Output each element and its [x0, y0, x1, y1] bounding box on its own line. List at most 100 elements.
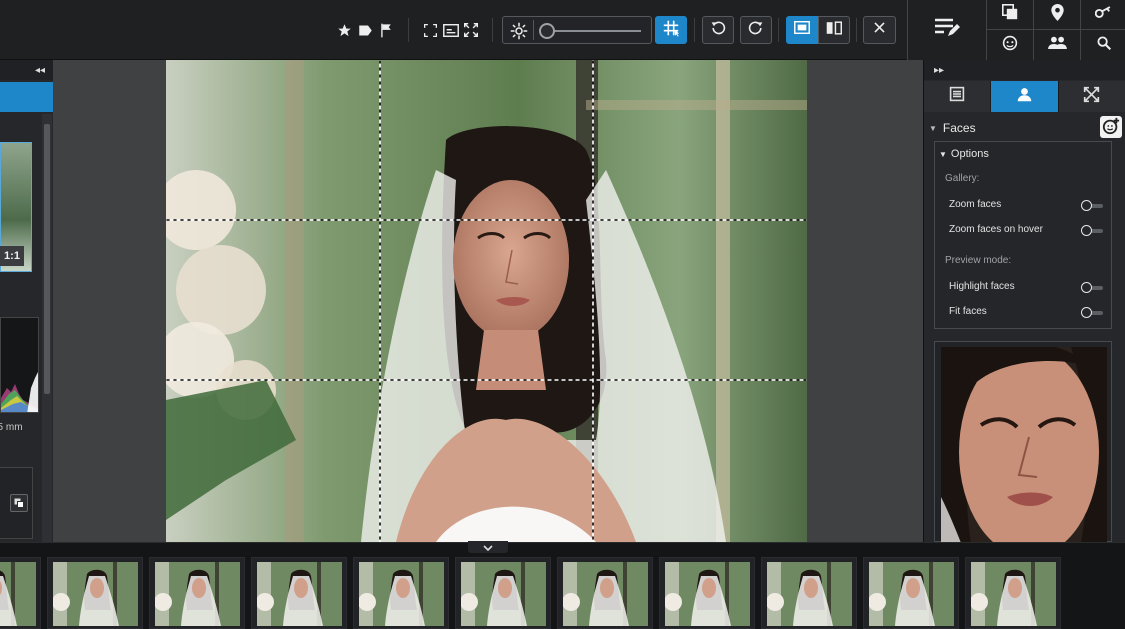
filmstrip-thumbnail[interactable] — [353, 557, 449, 629]
grid-icon — [662, 19, 680, 42]
collapse-left-icon[interactable]: ◂◂ — [35, 65, 45, 76]
expand-right-icon[interactable]: ▸▸ — [934, 65, 944, 76]
faces-options-panel: ▼ Options Gallery: Zoom faces Zoom faces … — [934, 141, 1112, 329]
zoom-ratio-badge[interactable]: 1:1 — [0, 246, 24, 266]
thumbnail-image — [767, 562, 852, 626]
search-button[interactable] — [1080, 30, 1125, 60]
rotate-left-icon — [710, 20, 726, 41]
filmstrip-thumbnail[interactable] — [557, 557, 653, 629]
tab-transform[interactable] — [1058, 81, 1125, 112]
collapse-triangle-icon: ▼ — [939, 150, 947, 159]
toolbar-separator — [856, 18, 857, 42]
grid-toggle-button[interactable] — [655, 16, 687, 44]
filmstrip-thumbnail[interactable] — [149, 557, 245, 629]
zoom-faces-hover-toggle[interactable] — [1081, 225, 1105, 236]
left-panel-section — [0, 467, 33, 539]
close-viewer-button[interactable] — [863, 16, 896, 44]
left-panel-active-tab[interactable] — [0, 82, 53, 112]
add-face-icon — [1102, 117, 1120, 138]
single-view-button[interactable] — [786, 16, 818, 44]
edit-metadata-button[interactable] — [908, 0, 986, 60]
tab-faces[interactable] — [991, 81, 1059, 112]
compare-icon — [826, 20, 842, 40]
fullscreen-icon[interactable] — [422, 22, 438, 38]
thumbnail-image — [0, 562, 36, 626]
top-toolbar — [0, 0, 907, 60]
module-switcher — [907, 0, 1125, 60]
filmstrip-thumbnail[interactable] — [659, 557, 755, 629]
gallery-section-label: Gallery: — [945, 173, 980, 184]
focus-point-icon[interactable] — [509, 22, 529, 40]
faces-section-header[interactable]: ▼ Faces — [924, 116, 1125, 140]
rotate-right-icon — [748, 20, 764, 41]
people-button[interactable] — [1033, 30, 1080, 60]
info-overlay-icon[interactable] — [442, 22, 460, 38]
filmstrip-thumbnail[interactable] — [761, 557, 857, 629]
compare-view-button[interactable] — [818, 16, 850, 44]
zoom-faces-hover-label: Zoom faces on hover — [949, 224, 1043, 235]
location-pin-icon — [1050, 3, 1064, 26]
thumbnail-image — [257, 562, 342, 626]
fit-faces-row: Fit faces — [949, 306, 1109, 318]
fit-screen-icon[interactable] — [463, 22, 479, 38]
filmstrip-thumbnail[interactable] — [863, 557, 959, 629]
map-button[interactable] — [1033, 0, 1080, 30]
star-icon[interactable] — [336, 22, 352, 38]
list-icon — [949, 86, 965, 107]
thumbnail-image — [563, 562, 648, 626]
rotate-right-button[interactable] — [740, 16, 772, 44]
tag-icon[interactable] — [357, 22, 373, 38]
filmstrip — [0, 541, 1125, 629]
filmstrip-thumbnail[interactable] — [47, 557, 143, 629]
detected-face-thumbnail[interactable] — [934, 341, 1112, 543]
collapse-triangle-icon: ▼ — [929, 123, 937, 133]
toolbar-separator — [778, 18, 779, 42]
options-header[interactable]: ▼ Options — [939, 148, 989, 160]
right-panel-tabs — [924, 81, 1125, 112]
faces-title: Faces — [942, 121, 976, 135]
left-panel-scrollbar[interactable] — [42, 114, 52, 542]
face-detect-button[interactable] — [986, 30, 1033, 60]
options-title: Options — [950, 148, 989, 160]
left-panel-header: ◂◂ — [0, 60, 53, 80]
filmstrip-thumbnail[interactable] — [965, 557, 1061, 629]
zoom-faces-label: Zoom faces — [949, 199, 1002, 210]
toolbar-separator — [408, 18, 409, 42]
expand-arrows-icon — [1083, 86, 1100, 108]
chevron-down-icon — [483, 538, 493, 556]
histogram — [0, 317, 39, 413]
people-icon — [1047, 36, 1067, 54]
toolbar-separator — [492, 18, 493, 42]
image-viewer[interactable] — [53, 60, 923, 542]
search-icon — [1096, 35, 1111, 55]
thumbnail-image — [359, 562, 444, 626]
thumbnail-image — [665, 562, 750, 626]
keywords-button[interactable] — [1080, 0, 1125, 30]
zoom-slider-track[interactable] — [545, 30, 641, 32]
tab-metadata[interactable] — [924, 81, 992, 112]
filmstrip-thumbnail[interactable] — [251, 557, 347, 629]
main-photo[interactable] — [166, 60, 807, 542]
add-face-button[interactable] — [1100, 116, 1122, 138]
filmstrip-thumbnail[interactable] — [455, 557, 551, 629]
filmstrip-toggle[interactable] — [468, 541, 508, 553]
focal-length-label: 35 mm — [0, 422, 23, 433]
filmstrip-thumbnail[interactable] — [0, 557, 41, 629]
rotate-left-button[interactable] — [702, 16, 734, 44]
zoom-control — [502, 16, 652, 44]
highlight-faces-toggle[interactable] — [1081, 282, 1105, 293]
right-panel-header: ▸▸ — [924, 60, 1125, 80]
zoom-faces-toggle[interactable] — [1081, 200, 1105, 211]
zoom-slider-handle[interactable] — [539, 23, 555, 39]
copy-icon[interactable] — [10, 494, 28, 512]
highlight-faces-label: Highlight faces — [949, 281, 1015, 292]
thumbnail-image — [971, 562, 1056, 626]
copies-button[interactable] — [986, 0, 1033, 30]
key-icon — [1094, 5, 1112, 24]
thumbnail-image — [155, 562, 240, 626]
thumbnail-image — [53, 562, 138, 626]
flag-icon[interactable] — [378, 22, 394, 38]
toolbar-separator — [694, 18, 695, 42]
highlight-faces-row: Highlight faces — [949, 281, 1109, 293]
fit-faces-toggle[interactable] — [1081, 307, 1105, 318]
